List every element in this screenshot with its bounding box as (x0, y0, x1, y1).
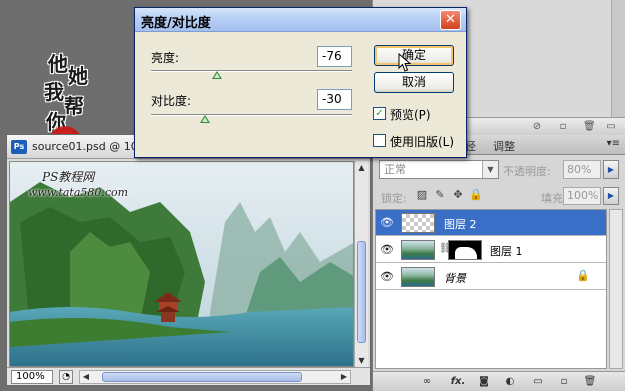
lock-transparency-icon[interactable]: ▨ (415, 188, 429, 202)
opacity-label: 不透明度: (503, 165, 551, 178)
add-mask-icon[interactable]: ◙ (477, 375, 491, 389)
horizontal-scroll-thumb[interactable] (102, 372, 302, 382)
layers-scrollbar[interactable] (609, 209, 623, 369)
tab-adjustments[interactable]: 调整 (493, 138, 515, 154)
fx-icon[interactable]: fx. (449, 375, 467, 389)
lock-row: 锁定: ▨ ✎ ✥ 🔒 填充: 100% ▶ (379, 187, 619, 205)
trash-icon[interactable]: 🗑 (583, 121, 596, 133)
eye-icon[interactable]: 👁 (379, 215, 395, 231)
scroll-left-icon[interactable]: ◀ (80, 371, 92, 383)
scroll-right-icon[interactable]: ▶ (338, 371, 350, 383)
adjustment-layer-icon[interactable]: ◐ (503, 375, 517, 389)
scroll-up-icon[interactable]: ▲ (355, 161, 368, 174)
legacy-label: 使用旧版(L) (390, 135, 455, 149)
trash-icon[interactable]: 🗑 (583, 375, 597, 389)
status-info-icon[interactable]: ◔ (59, 370, 73, 384)
layers-list: 👁 图层 2 👁 ⛓ 图层 1 👁 背景 🔒 (375, 209, 607, 369)
layers-panel-footer: ∞ fx. ◙ ◐ ▭ ▫ 🗑 (373, 371, 625, 391)
zoom-field[interactable]: 100% (11, 370, 53, 384)
document-window[interactable]: Ps source01.psd @ 10 PS教程网 www.tata580.c… (6, 134, 371, 386)
watermark-char: 帮 (64, 94, 84, 118)
watermark-url: www.tata580.com (28, 186, 129, 199)
opacity-field[interactable]: 80% (563, 160, 601, 179)
lock-position-icon[interactable]: ✥ (451, 188, 465, 202)
brightness-slider-thumb[interactable] (212, 71, 223, 79)
new-page-icon[interactable]: ▭ (605, 121, 617, 133)
cancel-button[interactable]: 取消 (374, 72, 454, 93)
layer-row[interactable]: 👁 背景 🔒 (376, 264, 606, 290)
new-item-icon[interactable]: ▫ (557, 121, 569, 133)
cancel-icon[interactable]: ⊘ (531, 121, 543, 133)
layer-thumbnail (401, 213, 435, 233)
brightness-contrast-dialog: 亮度/对比度 ✕ 亮度: -76 对比度: -30 确定 取消 ✓ 预览(P) … (134, 7, 467, 158)
lock-all-icon[interactable]: 🔒 (469, 188, 483, 202)
contrast-slider-track[interactable] (151, 114, 352, 116)
document-status-bar: 100% ◔ ◀ ▶ (7, 367, 370, 385)
new-group-icon[interactable]: ▭ (531, 375, 545, 389)
new-layer-icon[interactable]: ▫ (557, 375, 571, 389)
layer-mask-thumbnail (448, 240, 482, 260)
chevron-down-icon: ▼ (482, 161, 498, 178)
vertical-scrollbar[interactable]: ▲ ▼ (354, 161, 368, 367)
preview-label: 预览(P) (390, 108, 431, 122)
image-canvas[interactable]: PS教程网 www.tata580.com (9, 161, 354, 367)
layer-name: 图层 2 (444, 218, 477, 231)
lock-icon: 🔒 (576, 269, 590, 282)
layer-row[interactable]: 👁 图层 2 (376, 210, 606, 236)
lock-image-icon[interactable]: ✎ (433, 188, 447, 202)
blend-row: 正常 ▼ 不透明度: 80% ▶ (379, 160, 619, 180)
vertical-scroll-thumb[interactable] (357, 241, 366, 343)
link-layers-icon[interactable]: ∞ (419, 375, 435, 389)
panel-menu-icon[interactable]: ▾≡ (607, 138, 620, 149)
eye-icon[interactable]: 👁 (379, 242, 395, 258)
watermark-text: PS教程网 (42, 170, 95, 184)
eye-icon[interactable]: 👁 (379, 269, 395, 285)
watermark-char: 他 (48, 52, 68, 76)
watermark-char: 我 (44, 80, 64, 104)
layer-name: 背景 (444, 272, 466, 285)
document-title: source01.psd @ 10 (32, 140, 138, 153)
brightness-slider-track[interactable] (151, 70, 352, 72)
contrast-label: 对比度: (151, 94, 192, 108)
photoshop-icon: Ps (11, 140, 27, 154)
layer-row[interactable]: 👁 ⛓ 图层 1 (376, 237, 606, 263)
contrast-field[interactable]: -30 (317, 89, 352, 110)
opacity-slider-arrow-icon[interactable]: ▶ (603, 160, 619, 179)
fill-field[interactable]: 100% (563, 187, 601, 205)
contrast-slider-thumb[interactable] (200, 115, 211, 123)
layer-thumbnail (401, 267, 435, 287)
layers-panel: 径 调整 ▾≡ 正常 ▼ 不透明度: 80% ▶ 锁定: ▨ ✎ ✥ 🔒 填充:… (372, 135, 625, 391)
legacy-checkbox[interactable] (373, 134, 386, 147)
layer-thumbnail (401, 240, 435, 260)
brightness-label: 亮度: (151, 51, 180, 65)
preview-checkbox[interactable]: ✓ (373, 107, 386, 120)
watermark-char: 她 (68, 64, 88, 88)
blend-mode-select[interactable]: 正常 ▼ (379, 160, 499, 179)
scroll-down-icon[interactable]: ▼ (355, 354, 368, 367)
fill-slider-arrow-icon[interactable]: ▶ (603, 187, 619, 205)
mouse-cursor-icon (398, 53, 412, 72)
horizontal-scrollbar[interactable]: ◀ ▶ (79, 370, 351, 384)
ok-button[interactable]: 确定 (374, 45, 454, 66)
brightness-field[interactable]: -76 (317, 46, 352, 67)
blend-mode-value: 正常 (384, 163, 406, 176)
dialog-title: 亮度/对比度 (141, 16, 211, 31)
layer-name: 图层 1 (490, 245, 523, 258)
dialog-titlebar[interactable]: 亮度/对比度 ✕ (135, 8, 466, 32)
close-icon[interactable]: ✕ (440, 10, 461, 30)
lock-label: 锁定: (381, 192, 407, 205)
panel-scrollbar[interactable] (611, 0, 625, 117)
